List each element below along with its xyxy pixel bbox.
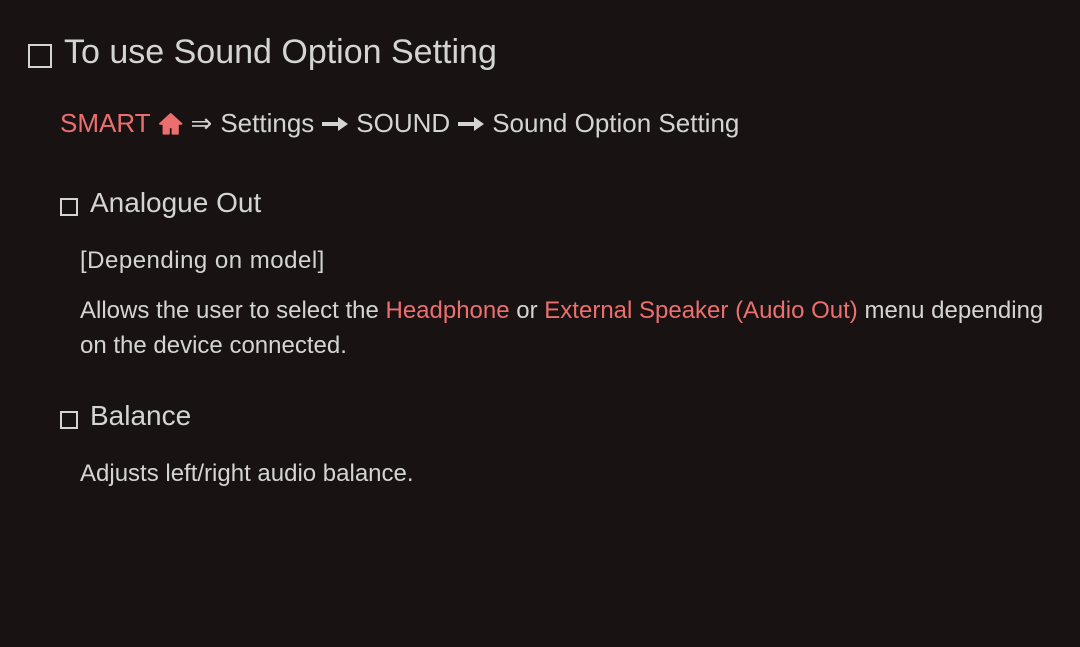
section-title: Balance: [90, 396, 191, 437]
section-analogue-out: Analogue Out [Depending on model] Allows…: [28, 183, 1052, 364]
option-external-speaker: External Speaker (Audio Out): [544, 297, 858, 324]
text: or: [510, 297, 545, 324]
section-body: [Depending on model] Allows the user to …: [60, 244, 1052, 364]
balance-description: Adjusts left/right audio balance.: [80, 457, 1052, 492]
help-page: To use Sound Option Setting SMART ⇒ Sett…: [0, 0, 1080, 491]
option-headphone: Headphone: [385, 297, 509, 324]
section-head: Analogue Out: [60, 183, 1052, 224]
bullet-box-icon: [60, 411, 78, 429]
arrow-right-icon: [322, 116, 348, 132]
arrow-outline-icon: ⇒: [191, 105, 213, 143]
section-body: Adjusts left/right audio balance.: [60, 457, 1052, 492]
analogue-description: Allows the user to select the Headphone …: [80, 294, 1052, 364]
section-balance: Balance Adjusts left/right audio balance…: [28, 396, 1052, 491]
bullet-box-icon: [60, 198, 78, 216]
page-title: To use Sound Option Setting: [64, 28, 497, 77]
page-title-row: To use Sound Option Setting: [28, 28, 1052, 77]
crumb-smart: SMART: [60, 105, 151, 143]
breadcrumb: SMART ⇒ Settings SOUND Sound Option Sett…: [28, 105, 1052, 143]
bullet-box-icon: [28, 44, 52, 68]
crumb-sound: SOUND: [356, 105, 450, 143]
section-title: Analogue Out: [90, 183, 261, 224]
model-note: [Depending on model]: [80, 244, 1052, 279]
crumb-settings: Settings: [220, 105, 314, 143]
section-head: Balance: [60, 396, 1052, 437]
home-icon: [159, 113, 183, 135]
arrow-right-icon: [458, 116, 484, 132]
crumb-sound-option: Sound Option Setting: [492, 105, 739, 143]
text: Allows the user to select the: [80, 297, 385, 324]
